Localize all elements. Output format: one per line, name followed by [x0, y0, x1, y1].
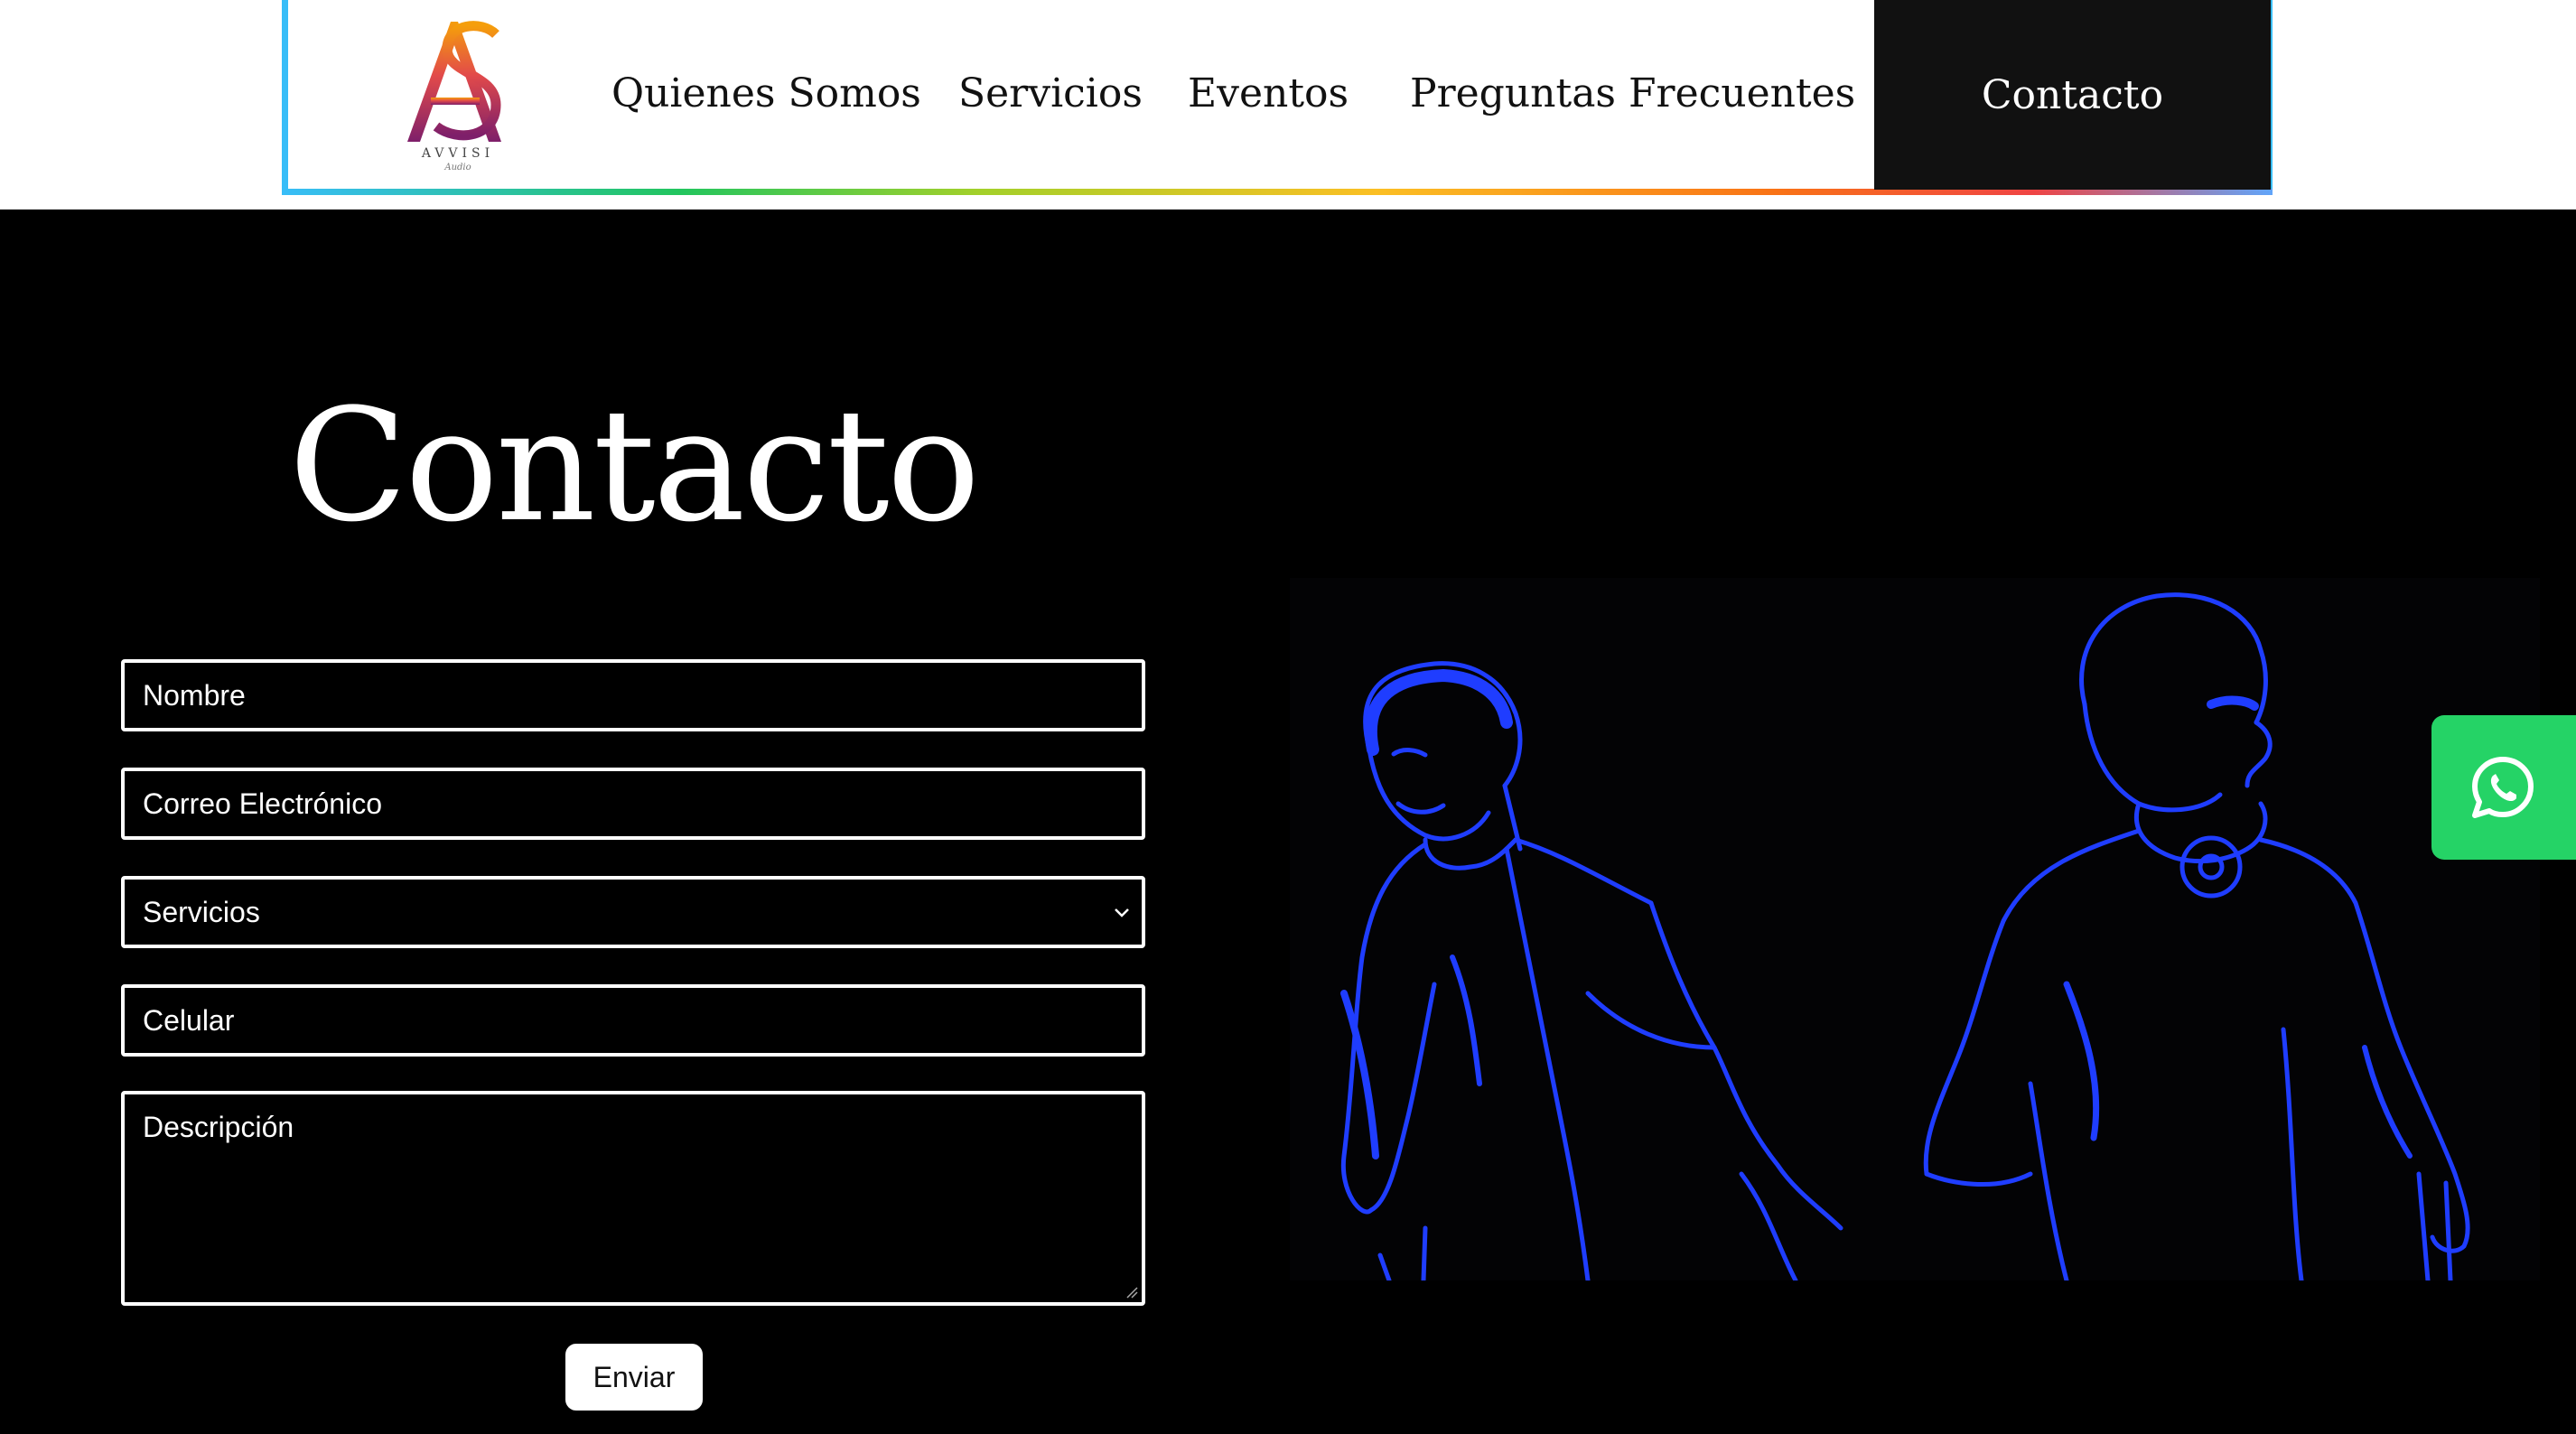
nav-quienes-somos[interactable]: Quienes Somos — [611, 70, 921, 116]
logo-subtitle: Audio — [444, 163, 471, 172]
nombre-placeholder: Nombre — [143, 678, 246, 712]
chevron-down-icon — [1115, 908, 1129, 917]
page-title: Contacto — [288, 375, 981, 556]
servicios-select[interactable]: Servicios — [121, 876, 1145, 948]
navigation-bar: AVVISI Audio Quienes Somos Servicios Eve… — [282, 0, 2273, 195]
correo-placeholder: Correo Electrónico — [143, 787, 382, 820]
avvisi-logo[interactable]: AVVISI Audio — [395, 11, 521, 173]
nav-servicios[interactable]: Servicios — [958, 70, 1143, 116]
descripcion-textarea[interactable]: Descripción — [121, 1091, 1145, 1306]
resize-grip-icon[interactable] — [1125, 1286, 1138, 1299]
nombre-field[interactable]: Nombre — [121, 659, 1145, 731]
correo-field[interactable]: Correo Electrónico — [121, 768, 1145, 840]
monogram-icon — [407, 21, 501, 142]
servicios-selected-value: Servicios — [143, 895, 260, 928]
celular-placeholder: Celular — [143, 1003, 235, 1037]
nav-preguntas-frecuentes[interactable]: Preguntas Frecuentes — [1410, 70, 1855, 116]
logo-brand: AVVISI — [421, 146, 495, 161]
descripcion-placeholder: Descripción — [143, 1111, 294, 1143]
top-bar: AVVISI Audio Quienes Somos Servicios Eve… — [0, 0, 2576, 210]
dj-figures-image — [1340, 592, 2470, 1280]
dj-line-art-illustration — [1290, 578, 2540, 1280]
nav-eventos[interactable]: Eventos — [1188, 70, 1349, 116]
celular-field[interactable]: Celular — [121, 984, 1145, 1057]
enviar-button[interactable]: Enviar — [565, 1344, 703, 1411]
whatsapp-button[interactable] — [2431, 715, 2576, 860]
whatsapp-icon — [2472, 757, 2534, 818]
gradient-underline — [282, 189, 2273, 195]
nav-contacto[interactable]: Contacto — [1874, 0, 2271, 190]
